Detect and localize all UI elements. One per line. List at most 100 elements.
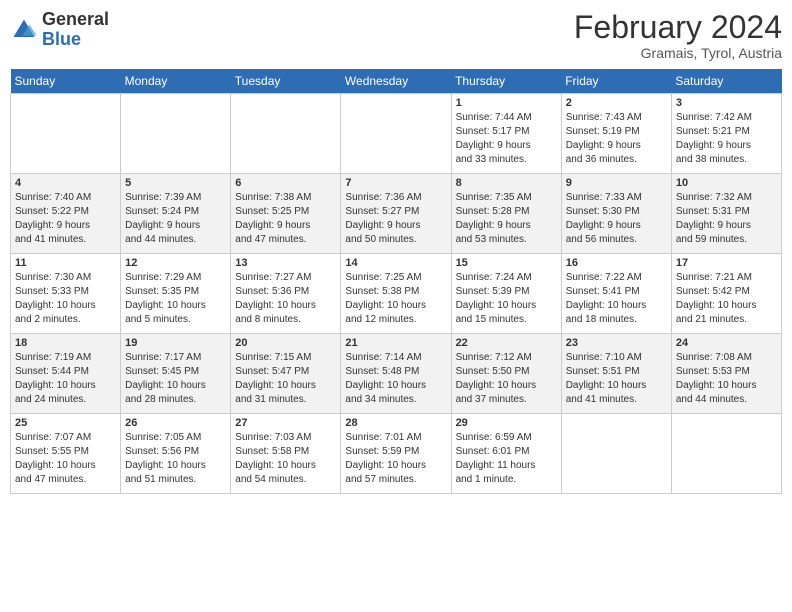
day-number: 3: [676, 97, 777, 109]
week-row-3: 11 Sunrise: 7:30 AM Sunset: 5:33 PM Dayli…: [11, 254, 782, 334]
calendar-cell: 19 Sunrise: 7:17 AM Sunset: 5:45 PM Dayli…: [121, 334, 231, 414]
logo-general-text: General: [42, 9, 109, 29]
calendar-cell: 9 Sunrise: 7:33 AM Sunset: 5:30 PM Daylig…: [561, 174, 671, 254]
day-number: 7: [345, 177, 446, 189]
day-info: Sunrise: 7:22 AM Sunset: 5:41 PM Dayligh…: [566, 271, 667, 327]
month-year-title: February 2024: [574, 10, 782, 45]
calendar-cell: 25 Sunrise: 7:07 AM Sunset: 5:55 PM Dayli…: [11, 414, 121, 494]
day-number: 4: [15, 177, 116, 189]
day-info: Sunrise: 7:30 AM Sunset: 5:33 PM Dayligh…: [15, 271, 116, 327]
weekday-header-row: SundayMondayTuesdayWednesdayThursdayFrid…: [11, 69, 782, 94]
day-info: Sunrise: 7:43 AM Sunset: 5:19 PM Dayligh…: [566, 111, 667, 167]
calendar-cell: [671, 414, 781, 494]
calendar-cell: 12 Sunrise: 7:29 AM Sunset: 5:35 PM Dayli…: [121, 254, 231, 334]
day-number: 14: [345, 257, 446, 269]
day-number: 25: [15, 417, 116, 429]
day-info: Sunrise: 7:33 AM Sunset: 5:30 PM Dayligh…: [566, 191, 667, 247]
day-info: Sunrise: 7:21 AM Sunset: 5:42 PM Dayligh…: [676, 271, 777, 327]
page-header: General Blue February 2024 Gramais, Tyro…: [10, 10, 782, 61]
logo-icon: [10, 16, 38, 44]
calendar-cell: 29 Sunrise: 6:59 AM Sunset: 6:01 PM Dayli…: [451, 414, 561, 494]
calendar-cell: 11 Sunrise: 7:30 AM Sunset: 5:33 PM Dayli…: [11, 254, 121, 334]
day-info: Sunrise: 7:27 AM Sunset: 5:36 PM Dayligh…: [235, 271, 336, 327]
weekday-monday: Monday: [121, 69, 231, 94]
calendar-cell: 23 Sunrise: 7:10 AM Sunset: 5:51 PM Dayli…: [561, 334, 671, 414]
day-info: Sunrise: 6:59 AM Sunset: 6:01 PM Dayligh…: [456, 431, 557, 487]
day-number: 16: [566, 257, 667, 269]
day-info: Sunrise: 7:08 AM Sunset: 5:53 PM Dayligh…: [676, 351, 777, 407]
calendar-cell: 17 Sunrise: 7:21 AM Sunset: 5:42 PM Dayli…: [671, 254, 781, 334]
day-info: Sunrise: 7:40 AM Sunset: 5:22 PM Dayligh…: [15, 191, 116, 247]
calendar-cell: [121, 94, 231, 174]
day-number: 13: [235, 257, 336, 269]
calendar-cell: 27Sunrise: 7:03 AM Sunset: 5:58 PM Dayli…: [231, 414, 341, 494]
day-info: Sunrise: 7:07 AM Sunset: 5:55 PM Dayligh…: [15, 431, 116, 487]
day-info: Sunrise: 7:05 AM Sunset: 5:56 PM Dayligh…: [125, 431, 226, 487]
day-number: 23: [566, 337, 667, 349]
weekday-wednesday: Wednesday: [341, 69, 451, 94]
day-info: Sunrise: 7:29 AM Sunset: 5:35 PM Dayligh…: [125, 271, 226, 327]
calendar-cell: 16 Sunrise: 7:22 AM Sunset: 5:41 PM Dayli…: [561, 254, 671, 334]
day-info: Sunrise: 7:35 AM Sunset: 5:28 PM Dayligh…: [456, 191, 557, 247]
day-number: 28: [345, 417, 446, 429]
weekday-tuesday: Tuesday: [231, 69, 341, 94]
day-info: Sunrise: 7:17 AM Sunset: 5:45 PM Dayligh…: [125, 351, 226, 407]
weekday-sunday: Sunday: [11, 69, 121, 94]
day-number: 21: [345, 337, 446, 349]
day-number: 5: [125, 177, 226, 189]
day-info: Sunrise: 7:14 AM Sunset: 5:48 PM Dayligh…: [345, 351, 446, 407]
weekday-friday: Friday: [561, 69, 671, 94]
week-row-4: 18Sunrise: 7:19 AM Sunset: 5:44 PM Dayli…: [11, 334, 782, 414]
day-number: 19: [125, 337, 226, 349]
day-number: 15: [456, 257, 557, 269]
week-row-1: 1 Sunrise: 7:44 AM Sunset: 5:17 PM Daylig…: [11, 94, 782, 174]
calendar-cell: [11, 94, 121, 174]
week-row-5: 25 Sunrise: 7:07 AM Sunset: 5:55 PM Dayli…: [11, 414, 782, 494]
day-number: 22: [456, 337, 557, 349]
weekday-saturday: Saturday: [671, 69, 781, 94]
day-info: Sunrise: 7:10 AM Sunset: 5:51 PM Dayligh…: [566, 351, 667, 407]
calendar-cell: [561, 414, 671, 494]
calendar-cell: 18Sunrise: 7:19 AM Sunset: 5:44 PM Dayli…: [11, 334, 121, 414]
day-info: Sunrise: 7:03 AM Sunset: 5:58 PM Dayligh…: [235, 431, 336, 487]
calendar-cell: 14 Sunrise: 7:25 AM Sunset: 5:38 PM Dayli…: [341, 254, 451, 334]
day-info: Sunrise: 7:15 AM Sunset: 5:47 PM Dayligh…: [235, 351, 336, 407]
calendar-cell: 10 Sunrise: 7:32 AM Sunset: 5:31 PM Dayli…: [671, 174, 781, 254]
day-number: 2: [566, 97, 667, 109]
day-number: 20: [235, 337, 336, 349]
day-number: 24: [676, 337, 777, 349]
day-info: Sunrise: 7:38 AM Sunset: 5:25 PM Dayligh…: [235, 191, 336, 247]
calendar-cell: 13 Sunrise: 7:27 AM Sunset: 5:36 PM Dayli…: [231, 254, 341, 334]
calendar-cell: 8Sunrise: 7:35 AM Sunset: 5:28 PM Daylig…: [451, 174, 561, 254]
location-subtitle: Gramais, Tyrol, Austria: [574, 45, 782, 61]
day-info: Sunrise: 7:36 AM Sunset: 5:27 PM Dayligh…: [345, 191, 446, 247]
title-block: February 2024 Gramais, Tyrol, Austria: [574, 10, 782, 61]
day-info: Sunrise: 7:12 AM Sunset: 5:50 PM Dayligh…: [456, 351, 557, 407]
calendar-cell: [341, 94, 451, 174]
day-info: Sunrise: 7:01 AM Sunset: 5:59 PM Dayligh…: [345, 431, 446, 487]
day-number: 1: [456, 97, 557, 109]
calendar-cell: 26 Sunrise: 7:05 AM Sunset: 5:56 PM Dayli…: [121, 414, 231, 494]
calendar-cell: 24 Sunrise: 7:08 AM Sunset: 5:53 PM Dayli…: [671, 334, 781, 414]
calendar-cell: 5Sunrise: 7:39 AM Sunset: 5:24 PM Daylig…: [121, 174, 231, 254]
day-info: Sunrise: 7:32 AM Sunset: 5:31 PM Dayligh…: [676, 191, 777, 247]
day-info: Sunrise: 7:19 AM Sunset: 5:44 PM Dayligh…: [15, 351, 116, 407]
day-number: 6: [235, 177, 336, 189]
day-number: 26: [125, 417, 226, 429]
logo-blue-text: Blue: [42, 29, 81, 49]
day-info: Sunrise: 7:44 AM Sunset: 5:17 PM Dayligh…: [456, 111, 557, 167]
calendar-cell: 3Sunrise: 7:42 AM Sunset: 5:21 PM Daylig…: [671, 94, 781, 174]
day-number: 17: [676, 257, 777, 269]
weekday-thursday: Thursday: [451, 69, 561, 94]
day-info: Sunrise: 7:25 AM Sunset: 5:38 PM Dayligh…: [345, 271, 446, 327]
day-number: 10: [676, 177, 777, 189]
day-number: 9: [566, 177, 667, 189]
calendar-cell: 21 Sunrise: 7:14 AM Sunset: 5:48 PM Dayli…: [341, 334, 451, 414]
calendar-body: 1 Sunrise: 7:44 AM Sunset: 5:17 PM Daylig…: [11, 94, 782, 494]
calendar-cell: 7 Sunrise: 7:36 AM Sunset: 5:27 PM Daylig…: [341, 174, 451, 254]
day-number: 29: [456, 417, 557, 429]
calendar-cell: [231, 94, 341, 174]
calendar-cell: 15Sunrise: 7:24 AM Sunset: 5:39 PM Dayli…: [451, 254, 561, 334]
day-number: 11: [15, 257, 116, 269]
day-number: 12: [125, 257, 226, 269]
